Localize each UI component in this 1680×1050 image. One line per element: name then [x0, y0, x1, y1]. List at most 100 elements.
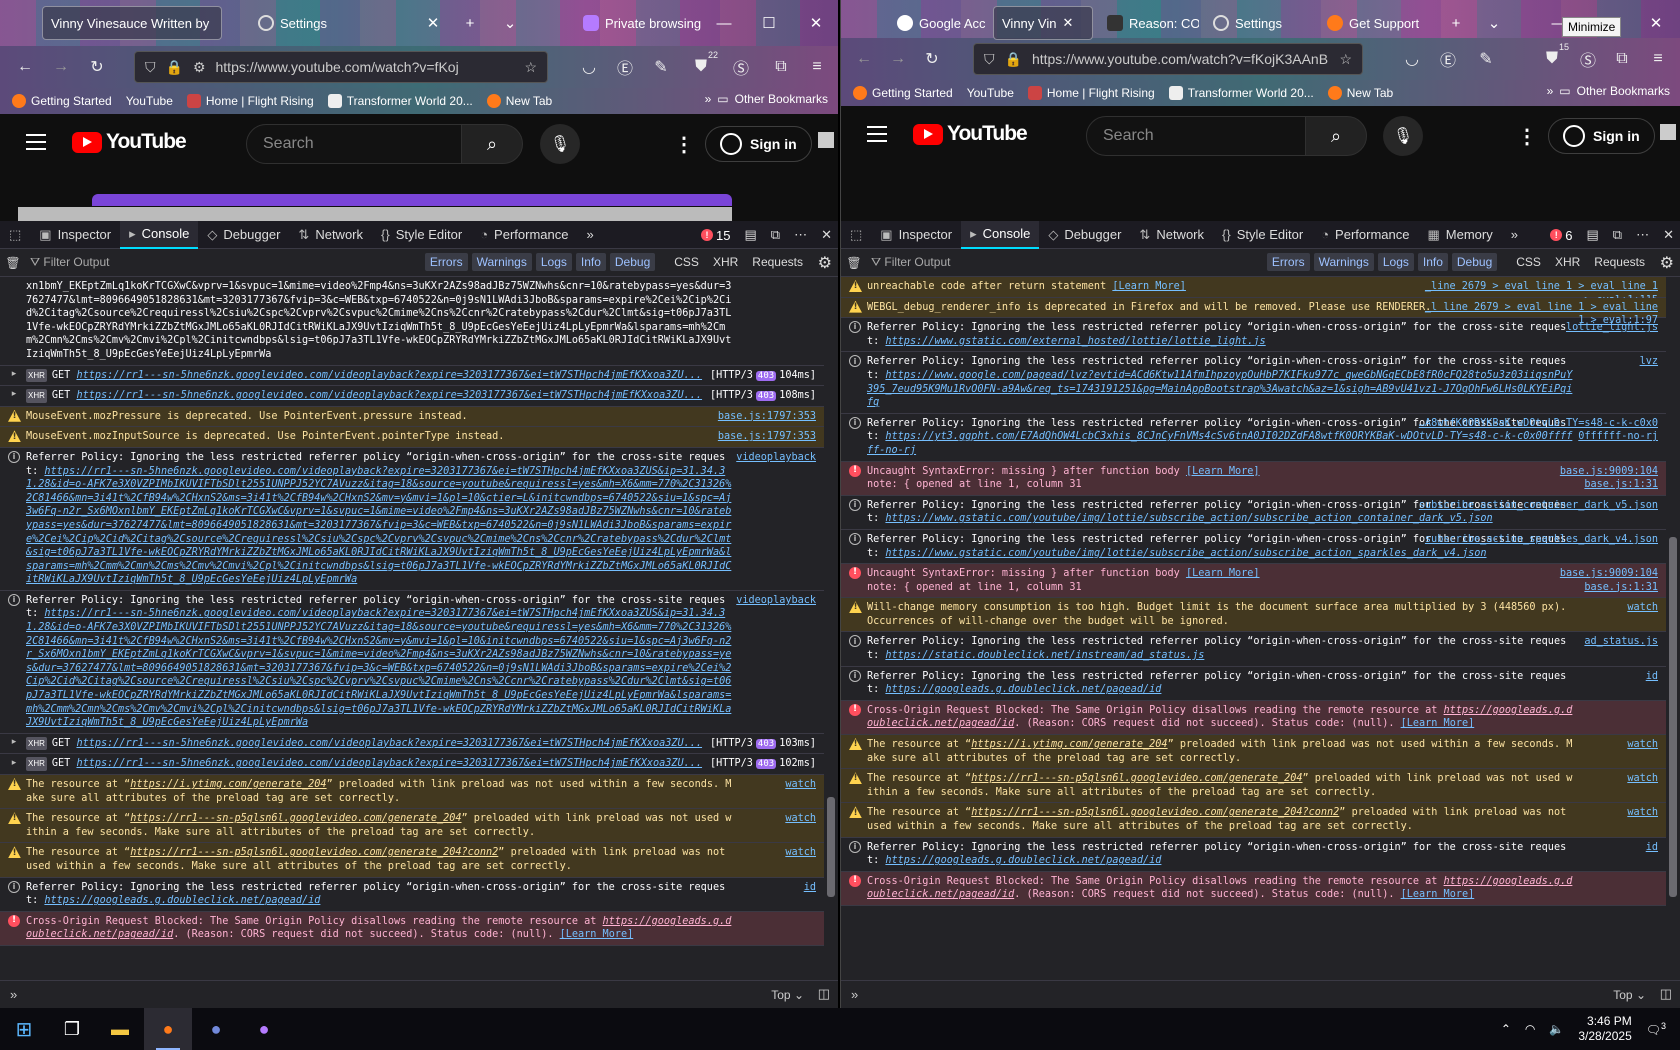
pick-element-icon[interactable]: ⬚: [841, 221, 871, 249]
filter-errors-button[interactable]: Errors: [1266, 253, 1310, 271]
request-url[interactable]: https://rr1---sn-5hne6nzk.googlevideo.co…: [76, 758, 702, 769]
ublock-icon[interactable]: ⛊ 22: [690, 50, 718, 78]
shield-icon[interactable]: ⛉: [145, 59, 156, 76]
error-count[interactable]: ! 15: [701, 228, 731, 243]
source-link[interactable]: id: [1646, 670, 1658, 684]
message-url[interactable]: https://rr1---sn-p5qlsn6l.googlevideo.co…: [971, 773, 1302, 784]
learn-more-link[interactable]: [Learn More]: [1401, 889, 1475, 900]
bookmark-transformer-world[interactable]: Transformer World 20...: [327, 94, 473, 108]
discord-icon[interactable]: ●: [192, 1008, 240, 1050]
message-url[interactable]: https://www.gstatic.com/external_hosted/…: [885, 336, 1265, 347]
source-link[interactable]: base.js:1797:353: [718, 430, 816, 444]
url-text[interactable]: https://www.youtube.com/watch?v=fKojK3AA…: [1032, 51, 1330, 67]
learn-more-link[interactable]: [Learn More]: [1186, 568, 1260, 579]
pocket-icon[interactable]: ◡: [1401, 48, 1423, 70]
tab-debugger[interactable]: ◇ Debugger: [1039, 221, 1130, 249]
scrollbar-thumb[interactable]: [1660, 124, 1676, 140]
dock-icon[interactable]: ⧉: [1613, 227, 1622, 243]
learn-more-link[interactable]: [Learn More]: [1401, 718, 1475, 729]
back-icon[interactable]: ←: [14, 56, 36, 78]
url-text[interactable]: https://www.youtube.com/watch?v=fKoj: [216, 59, 515, 75]
url-bar[interactable]: ⛉ 🔒 ⚙ https://www.youtube.com/watch?v=fKoj…: [134, 51, 548, 83]
message-url[interactable]: https://rr1---sn-5hne6nzk.googlevideo.co…: [26, 608, 731, 728]
bookmark-new-tab[interactable]: New Tab: [1327, 86, 1393, 100]
filter-css-button[interactable]: CSS: [1511, 253, 1546, 271]
source-link[interactable]: watch: [1627, 806, 1658, 820]
trash-icon[interactable]: 🗑: [841, 256, 867, 270]
ublock-icon[interactable]: ⛊ 15: [1541, 42, 1569, 70]
show-hidden-icons-icon[interactable]: ⌃: [1501, 1022, 1511, 1036]
minimize-icon[interactable]: —: [709, 8, 739, 38]
tab-get-support[interactable]: Get Support: [1319, 6, 1439, 40]
source-link[interactable]: watch: [1627, 601, 1658, 615]
new-tab-icon[interactable]: +: [455, 8, 485, 38]
bookmark-youtube[interactable]: YouTube: [126, 94, 173, 108]
tab-network[interactable]: ⇅ Network: [289, 221, 372, 249]
source-link[interactable]: videoplayback: [736, 594, 816, 608]
extension-pen-icon[interactable]: ✎: [650, 56, 672, 78]
youtube-search-button[interactable]: ⌕: [1305, 116, 1367, 156]
learn-more-link[interactable]: [Learn More]: [560, 929, 634, 940]
sign-in-button[interactable]: Sign in: [705, 126, 812, 162]
reload-icon[interactable]: ↻: [86, 56, 108, 78]
message-url[interactable]: https://www.gstatic.com/youtube/img/lott…: [885, 513, 1492, 524]
tab-console[interactable]: ▸ Console: [120, 220, 199, 249]
sidebar-toggle-icon[interactable]: ◫: [818, 986, 830, 1002]
source-link[interactable]: watch: [1627, 738, 1658, 752]
source-link[interactable]: base.js:1797:353: [718, 410, 816, 424]
source-link[interactable]: base.js:9009:104 base.js:1:31: [1560, 465, 1658, 492]
message-url[interactable]: https://rr1---sn-5hne6nzk.googlevideo.co…: [26, 466, 731, 586]
tab-settings[interactable]: Settings: [1205, 6, 1305, 40]
source-link[interactable]: …A8wtfK0ORYKBaK-wDOtvLD-TY=s48-c-k-c0x00…: [1418, 417, 1658, 444]
bookmark-getting-started[interactable]: Getting Started: [853, 86, 953, 100]
request-url[interactable]: https://rr1---sn-5hne6nzk.googlevideo.co…: [76, 738, 702, 749]
filter-warnings-button[interactable]: Warnings: [1313, 253, 1374, 271]
message-url[interactable]: https://static.doubleclick.net/instream/…: [885, 650, 1204, 661]
tab-style-editor[interactable]: {} Style Editor: [1213, 221, 1312, 249]
shield-icon[interactable]: ⛉: [984, 51, 995, 68]
more-tabs-icon[interactable]: »: [577, 221, 602, 249]
other-bookmarks[interactable]: » ▭ Other Bookmarks: [705, 92, 828, 106]
file-explorer-icon[interactable]: ▬: [96, 1008, 144, 1050]
app-menu-icon[interactable]: ≡: [1647, 48, 1669, 70]
tab-google-account[interactable]: Google Acc: [889, 6, 989, 40]
source-link[interactable]: ad_status.js: [1584, 635, 1658, 649]
tab-performance[interactable]: ◔ Performance: [471, 221, 577, 249]
bookmark-flight-rising[interactable]: Home | Flight Rising: [1027, 86, 1155, 100]
close-window-icon[interactable]: ✕: [1641, 8, 1671, 38]
bookmark-star-icon[interactable]: ☆: [1339, 51, 1352, 68]
source-link[interactable]: videoplayback: [736, 451, 816, 465]
close-tab-icon[interactable]: ✕: [418, 8, 448, 38]
request-url[interactable]: https://rr1---sn-5hne6nzk.googlevideo.co…: [76, 370, 702, 381]
scrollbar-thumb[interactable]: [827, 797, 835, 897]
console-input[interactable]: » Top ⌄ ◫: [0, 980, 838, 1008]
more-options-icon[interactable]: ⋮: [1517, 124, 1537, 149]
message-url[interactable]: https://rr1---sn-p5qlsn6l.googlevideo.co…: [130, 847, 498, 858]
tab-memory[interactable]: ▦ Memory: [1418, 221, 1501, 249]
firefox-taskbar-icon[interactable]: ●: [144, 1008, 192, 1050]
tab-vinny[interactable]: Vinny Vin ✕: [993, 6, 1093, 40]
filter-output-input[interactable]: ⛛ Filter Output: [26, 255, 446, 270]
message-url[interactable]: https://rr1---sn-p5qlsn6l.googlevideo.co…: [971, 807, 1339, 818]
sidebar-toggle-icon[interactable]: ◫: [1660, 986, 1672, 1002]
maximize-icon[interactable]: ☐: [754, 8, 784, 38]
app-menu-icon[interactable]: ≡: [806, 56, 828, 78]
filter-xhr-button[interactable]: XHR: [1550, 253, 1585, 271]
notifications-icon[interactable]: 🗨3: [1646, 1021, 1666, 1037]
extension-s-icon[interactable]: Ⓢ: [1577, 48, 1599, 70]
bookmark-youtube[interactable]: YouTube: [967, 86, 1014, 100]
tab-vinny[interactable]: Vinny Vinesauce Written by: [42, 6, 222, 40]
youtube-logo[interactable]: YouTube: [913, 122, 1028, 146]
scrollbar-thumb[interactable]: [1669, 537, 1677, 897]
message-url[interactable]: https://i.ytimg.com/generate_204: [971, 739, 1167, 750]
extension-pen-icon[interactable]: ✎: [1475, 48, 1497, 70]
message-url[interactable]: https://www.gstatic.com/youtube/img/lott…: [885, 548, 1486, 559]
console-scrollbar[interactable]: [1666, 277, 1680, 980]
task-view-icon[interactable]: ❐: [48, 1008, 96, 1050]
split-console-icon[interactable]: ▤: [1587, 227, 1599, 243]
console-settings-icon[interactable]: ⚙: [818, 253, 832, 273]
tab-list-icon[interactable]: ⌄: [495, 8, 525, 38]
source-link[interactable]: subscribe_action_sparkles_dark_v4.json: [1425, 533, 1658, 547]
console-input[interactable]: » Top ⌄ ◫: [841, 980, 1680, 1008]
close-window-icon[interactable]: ✕: [801, 8, 831, 38]
